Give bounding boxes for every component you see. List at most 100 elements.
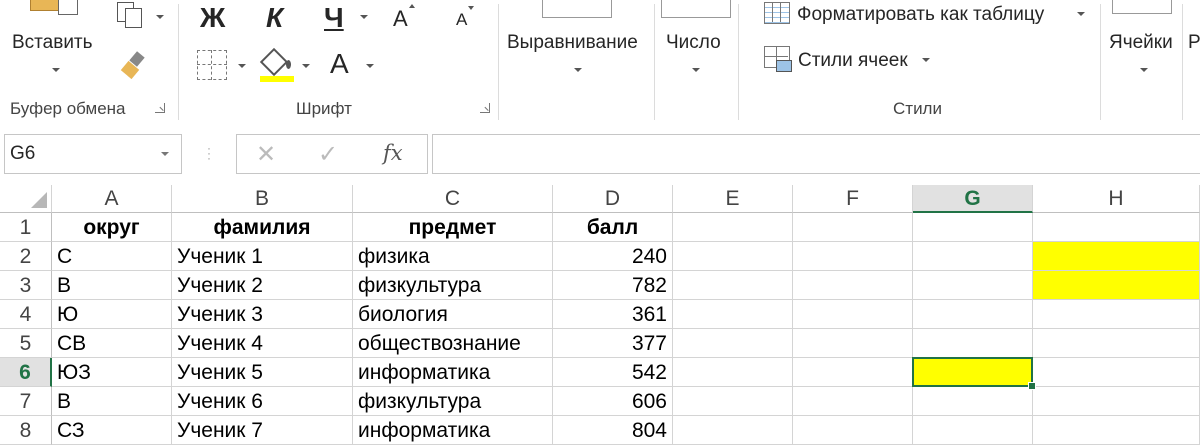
cell-h6[interactable] [1033, 358, 1200, 387]
cell-g1[interactable] [913, 213, 1033, 242]
cell-f4[interactable] [793, 300, 913, 329]
cell-f3[interactable] [793, 271, 913, 300]
cell-styles-button[interactable]: Стили ячеек [798, 50, 908, 72]
cell-h2[interactable] [1033, 242, 1200, 271]
font-color-button[interactable]: A [330, 48, 349, 80]
paste-dropdown-caret[interactable] [52, 68, 60, 72]
column-header-g[interactable]: G [913, 185, 1033, 213]
cell-e4[interactable] [673, 300, 793, 329]
format-as-table-button[interactable]: Форматировать как таблицу [797, 4, 1044, 26]
format-as-table-dropdown-caret[interactable] [1077, 12, 1085, 16]
cell-d5[interactable]: 377 [553, 329, 673, 358]
fill-color-dropdown-caret[interactable] [302, 64, 310, 68]
underline-dropdown-caret[interactable] [360, 15, 368, 19]
cell-c5[interactable]: обществознание [353, 329, 553, 358]
cell-h5[interactable] [1033, 329, 1200, 358]
cell-h8[interactable] [1033, 416, 1200, 445]
row-header-1[interactable]: 1 [0, 213, 52, 242]
italic-button[interactable]: К [266, 2, 283, 34]
cell-d4[interactable]: 361 [553, 300, 673, 329]
cell-g7[interactable] [913, 387, 1033, 416]
row-header-3[interactable]: 3 [0, 271, 52, 300]
cell-e7[interactable] [673, 387, 793, 416]
font-dialog-launcher[interactable] [480, 103, 490, 113]
row-header-7[interactable]: 7 [0, 387, 52, 416]
borders-dropdown-caret[interactable] [238, 64, 246, 68]
cell-h1[interactable] [1033, 213, 1200, 242]
column-header-d[interactable]: D [553, 185, 673, 213]
format-painter-icon[interactable] [120, 51, 148, 81]
number-button-label[interactable]: Число [666, 32, 721, 54]
cell-a7[interactable]: В [52, 387, 172, 416]
cell-h7[interactable] [1033, 387, 1200, 416]
column-header-b[interactable]: B [172, 185, 353, 213]
cell-c6[interactable]: информатика [353, 358, 553, 387]
cell-styles-dropdown-caret[interactable] [922, 58, 930, 62]
borders-icon[interactable] [197, 50, 227, 80]
cell-d2[interactable]: 240 [553, 242, 673, 271]
cell-a5[interactable]: СВ [52, 329, 172, 358]
column-header-c[interactable]: C [353, 185, 553, 213]
cells-button-label[interactable]: Ячейки [1109, 32, 1173, 54]
cell-e6[interactable] [673, 358, 793, 387]
cell-a2[interactable]: С [52, 242, 172, 271]
copy-dropdown-caret[interactable] [156, 15, 164, 19]
cancel-entry-icon[interactable]: ✕ [256, 140, 276, 169]
number-dropdown-caret[interactable] [692, 68, 700, 72]
cell-c1[interactable]: предмет [353, 213, 553, 242]
cell-f1[interactable] [793, 213, 913, 242]
paste-icon[interactable] [30, 0, 78, 15]
copy-icon[interactable] [117, 2, 147, 28]
cell-c3[interactable]: физкультура [353, 271, 553, 300]
cell-c2[interactable]: физика [353, 242, 553, 271]
grow-font-button[interactable]: A [393, 6, 408, 32]
cell-g4[interactable] [913, 300, 1033, 329]
cell-b5[interactable]: Ученик 4 [172, 329, 353, 358]
row-header-8[interactable]: 8 [0, 416, 52, 445]
cell-d7[interactable]: 606 [553, 387, 673, 416]
cell-f5[interactable] [793, 329, 913, 358]
font-color-dropdown-caret[interactable] [366, 64, 374, 68]
cell-g5[interactable] [913, 329, 1033, 358]
alignment-button-label[interactable]: Выравнивание [507, 32, 638, 54]
cell-b2[interactable]: Ученик 1 [172, 242, 353, 271]
row-header-6[interactable]: 6 [0, 358, 52, 387]
insert-function-button[interactable]: fx [383, 141, 403, 165]
name-box-dropdown-caret[interactable] [161, 152, 169, 156]
cell-d6[interactable]: 542 [553, 358, 673, 387]
cell-h4[interactable] [1033, 300, 1200, 329]
cell-e8[interactable] [673, 416, 793, 445]
underline-button[interactable]: Ч [324, 2, 344, 34]
column-header-a[interactable]: A [52, 185, 172, 213]
cell-f2[interactable] [793, 242, 913, 271]
formula-input[interactable] [432, 134, 1200, 174]
cell-b4[interactable]: Ученик 3 [172, 300, 353, 329]
alignment-icon[interactable] [542, 0, 612, 18]
cell-a6[interactable]: ЮЗ [52, 358, 172, 387]
cell-c8[interactable]: информатика [353, 416, 553, 445]
cells-dropdown-caret[interactable] [1140, 68, 1148, 72]
cell-a3[interactable]: В [52, 271, 172, 300]
cell-a1[interactable]: округ [52, 213, 172, 242]
name-box-value[interactable]: G6 [10, 143, 35, 165]
paste-button-label[interactable]: Вставить [12, 32, 93, 54]
row-header-4[interactable]: 4 [0, 300, 52, 329]
cell-a8[interactable]: СЗ [52, 416, 172, 445]
cell-g8[interactable] [913, 416, 1033, 445]
cell-d1[interactable]: балл [553, 213, 673, 242]
cell-f6[interactable] [793, 358, 913, 387]
row-header-2[interactable]: 2 [0, 242, 52, 271]
cell-f8[interactable] [793, 416, 913, 445]
cell-e1[interactable] [673, 213, 793, 242]
column-header-f[interactable]: F [793, 185, 913, 213]
bold-button[interactable]: Ж [200, 2, 225, 34]
cell-b7[interactable]: Ученик 6 [172, 387, 353, 416]
cell-e3[interactable] [673, 271, 793, 300]
cell-b1[interactable]: фамилия [172, 213, 353, 242]
clipboard-dialog-launcher[interactable] [155, 103, 165, 113]
cell-b6[interactable]: Ученик 5 [172, 358, 353, 387]
cell-d8[interactable]: 804 [553, 416, 673, 445]
alignment-dropdown-caret[interactable] [574, 68, 582, 72]
fill-color-icon[interactable] [258, 47, 298, 88]
cell-c7[interactable]: физкультура [353, 387, 553, 416]
